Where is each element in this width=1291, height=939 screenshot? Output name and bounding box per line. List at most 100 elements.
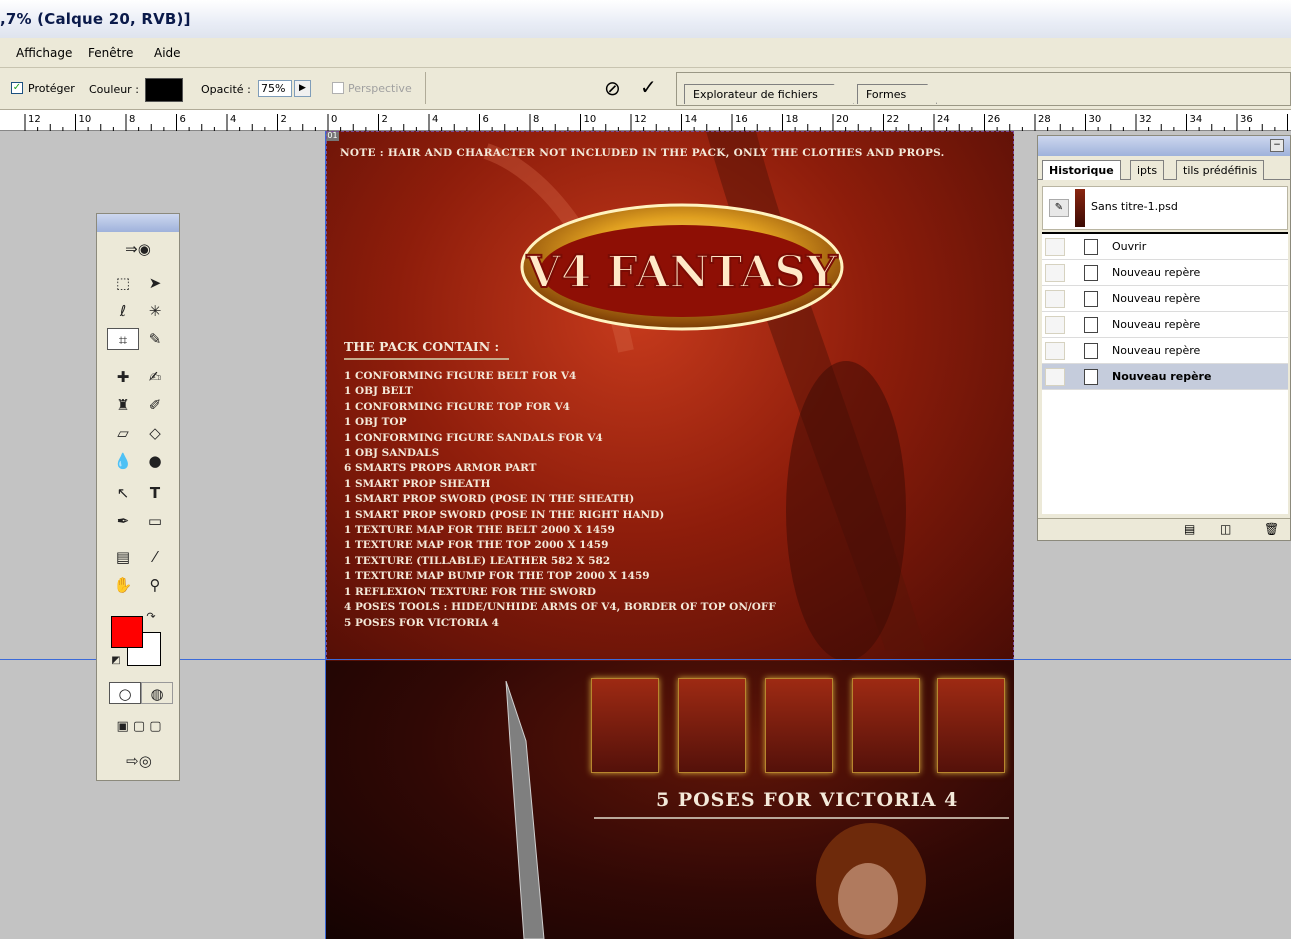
tab-actions[interactable]: ipts [1130, 160, 1165, 180]
history-item[interactable]: Nouveau repère [1042, 260, 1288, 286]
cancel-icon[interactable]: ⊘ [604, 77, 621, 99]
paint-bucket-icon[interactable]: ◇ [139, 422, 171, 444]
snapshot-row[interactable]: ✎ Sans titre-1.psd [1042, 186, 1288, 230]
history-item[interactable]: Ouvrir [1042, 234, 1288, 260]
history-item[interactable]: Nouveau repère [1042, 312, 1288, 338]
ruler-label: 26 [988, 114, 1001, 125]
type-tool-icon[interactable]: T [139, 482, 171, 504]
tab-formes[interactable]: Formes [857, 84, 937, 104]
pack-heading: THE PACK CONTAIN : [344, 339, 510, 360]
history-tabs: Historique ipts tils prédéfinis [1038, 160, 1290, 180]
ruler-label: 14 [685, 114, 698, 125]
document-image[interactable]: 01 NOTE : HAIR AND CHARACTER NOT INCLUDE… [326, 131, 1014, 939]
zoom-tool-icon[interactable]: ⚲ [139, 574, 171, 596]
sword-graphic [505, 681, 545, 939]
path-select-icon[interactable]: ↖ [107, 482, 139, 504]
trash-icon[interactable]: 🗑 [1264, 522, 1279, 536]
ruler-label: 8 [129, 114, 135, 125]
history-item-label: Nouveau repère [1112, 318, 1201, 331]
minimize-icon[interactable]: − [1270, 139, 1284, 152]
history-source-box[interactable] [1045, 342, 1065, 360]
history-item[interactable]: Nouveau repère [1042, 364, 1288, 390]
blur-tool-icon[interactable]: 💧 [107, 450, 139, 472]
new-document-icon[interactable]: ▤ [1184, 522, 1195, 536]
jump-to-imageready-icon[interactable]: ⇨◎ [103, 750, 175, 772]
poses-strip [591, 678, 1009, 773]
history-source-box[interactable] [1045, 290, 1065, 308]
history-source-box[interactable] [1045, 238, 1065, 256]
poses-underline [594, 817, 1009, 819]
notes-tool-icon[interactable]: ▤ [107, 546, 139, 568]
commit-checkmark-icon[interactable]: ✓ [640, 76, 657, 98]
opacity-slider-button[interactable]: ▶ [294, 80, 311, 97]
quick-mask-icon[interactable]: ◍ [141, 682, 173, 704]
healing-brush-icon[interactable]: ✚ [107, 366, 139, 388]
slice-tool-icon[interactable]: ✎ [139, 328, 171, 350]
foreground-color-swatch[interactable] [111, 616, 143, 648]
pack-item: 1 REFLEXION TEXTURE FOR THE SWORD [344, 585, 597, 598]
swap-colors-icon[interactable]: ↷ [143, 610, 159, 624]
adobe-online-icon[interactable]: ⇒◉ [101, 238, 175, 264]
pack-item: 1 CONFORMING FIGURE BELT FOR V4 [344, 370, 577, 382]
protect-checkbox[interactable]: ✓ [11, 82, 23, 94]
ruler-label: 30 [1089, 114, 1102, 125]
standard-mode-icon[interactable]: ○ [109, 682, 141, 704]
move-tool-icon[interactable]: ➤ [139, 272, 171, 294]
pack-item: 1 SMART PROP SHEATH [344, 477, 491, 490]
tab-outils-predefinis[interactable]: tils prédéfinis [1176, 160, 1265, 180]
ruler-label: 6 [180, 114, 186, 125]
pack-item: 1 CONFORMING FIGURE TOP FOR V4 [344, 400, 570, 413]
brush-source-icon[interactable]: ✎ [1049, 199, 1069, 217]
tab-historique[interactable]: Historique [1042, 160, 1121, 180]
new-snapshot-icon[interactable]: ◫ [1220, 522, 1231, 536]
eraser-tool-icon[interactable]: ▱ [107, 422, 139, 444]
ruler-label: 0 [331, 114, 337, 125]
window-titlebar: ,7% (Calque 20, RVB)] [0, 0, 1291, 38]
pack-item: 1 OBJ TOP [344, 416, 407, 429]
history-item[interactable]: Nouveau repère [1042, 286, 1288, 312]
ruler-label: 4 [432, 114, 438, 125]
palette-titlebar[interactable] [1038, 136, 1290, 156]
menu-fenetre[interactable]: Fenêtre [88, 46, 133, 60]
color-swatch[interactable] [145, 78, 183, 102]
pack-item: 4 POSES TOOLS : HIDE/UNHIDE ARMS OF V4, … [344, 601, 776, 614]
magic-wand-tool-icon[interactable]: ✳ [139, 300, 171, 322]
pen-tool-icon[interactable]: ✒ [107, 510, 139, 532]
menu-affichage[interactable]: Affichage [16, 46, 72, 60]
opacity-field[interactable]: 75% [258, 80, 292, 97]
perspective-checkbox[interactable] [332, 82, 344, 94]
pack-item: 1 SMART PROP SWORD (POSE IN THE RIGHT HA… [344, 508, 665, 521]
stamp-tool-icon[interactable]: ♜ [107, 394, 139, 416]
history-source-box[interactable] [1045, 316, 1065, 334]
brush-tool-icon[interactable]: ✍ [139, 366, 171, 388]
history-item[interactable]: Nouveau repère [1042, 338, 1288, 364]
ruler-label: 18 [786, 114, 799, 125]
ruler-label: 32 [1139, 114, 1152, 125]
pose-thumbnail [591, 678, 659, 773]
marquee-tool-icon[interactable]: ⬚ [107, 272, 139, 294]
history-source-box[interactable] [1045, 264, 1065, 282]
ruler-label: 2 [281, 114, 287, 125]
pack-item: 1 OBJ SANDALS [344, 447, 440, 460]
history-palette: − Historique ipts tils prédéfinis ✎ Sans… [1037, 135, 1291, 541]
crop-tool-icon[interactable]: ⌗ [107, 328, 139, 350]
history-state-icon [1084, 239, 1098, 255]
history-brush-icon[interactable]: ✐ [139, 394, 171, 416]
ruler-label: 12 [634, 114, 647, 125]
perspective-label: Perspective [348, 82, 412, 95]
ruler-label: 8 [533, 114, 539, 125]
screen-mode-icons[interactable]: ▣ ▢ ▢ [103, 716, 175, 738]
dodge-tool-icon[interactable]: ● [139, 450, 171, 472]
history-state-icon [1084, 369, 1098, 385]
eyedropper-tool-icon[interactable]: ⁄ [139, 546, 171, 568]
separator [425, 72, 426, 104]
shape-tool-icon[interactable]: ▭ [139, 510, 171, 532]
lasso-tool-icon[interactable]: ℓ [107, 300, 139, 322]
hand-tool-icon[interactable]: ✋ [107, 574, 139, 596]
menu-aide[interactable]: Aide [154, 46, 181, 60]
toolbox-titlebar[interactable] [97, 214, 179, 232]
ruler-label: 24 [937, 114, 950, 125]
default-colors-icon[interactable]: ◩ [109, 654, 123, 668]
tab-explorateur[interactable]: Explorateur de fichiers [684, 84, 854, 104]
history-source-box[interactable] [1045, 368, 1065, 386]
